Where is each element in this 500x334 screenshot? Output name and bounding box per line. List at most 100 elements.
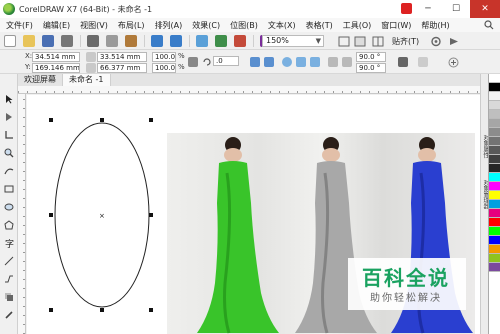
close-button[interactable]: ✕ bbox=[470, 0, 500, 18]
import-icon[interactable] bbox=[215, 34, 227, 47]
palette-swatch[interactable] bbox=[489, 74, 500, 83]
palette-swatch[interactable] bbox=[489, 164, 500, 173]
menu-effects[interactable]: 效果(C) bbox=[192, 20, 220, 31]
menu-view[interactable]: 视图(V) bbox=[80, 20, 108, 31]
counterclockwise-icon[interactable] bbox=[342, 57, 352, 67]
undo-icon[interactable] bbox=[151, 34, 163, 47]
show-grid-icon[interactable] bbox=[372, 36, 384, 47]
palette-swatch[interactable] bbox=[489, 218, 500, 227]
menu-text[interactable]: 文本(X) bbox=[268, 20, 296, 31]
save-icon[interactable] bbox=[42, 34, 54, 47]
search-content-icon[interactable] bbox=[196, 34, 208, 47]
width-field[interactable]: 33.514 mm bbox=[97, 52, 147, 62]
menu-file[interactable]: 文件(F) bbox=[6, 20, 33, 31]
palette-swatch[interactable] bbox=[489, 263, 500, 272]
menu-bitmaps[interactable]: 位图(B) bbox=[230, 20, 258, 31]
menu-arrange[interactable]: 排列(A) bbox=[155, 20, 183, 31]
options-gear-icon[interactable] bbox=[430, 36, 442, 47]
parallel-dimension-tool-icon[interactable] bbox=[4, 256, 14, 266]
ellipse-tool-icon[interactable] bbox=[4, 202, 14, 212]
pie-mode-icon[interactable] bbox=[296, 57, 306, 67]
copy-icon[interactable] bbox=[106, 34, 118, 47]
pick-tool-icon[interactable] bbox=[4, 94, 14, 104]
crop-tool-icon[interactable] bbox=[4, 130, 14, 140]
shape-tool-icon[interactable] bbox=[4, 112, 14, 122]
zoom-level-select[interactable]: 150% ▼ bbox=[262, 35, 324, 47]
show-rulers-icon[interactable] bbox=[354, 36, 366, 47]
outline-width-icon[interactable] bbox=[398, 57, 408, 67]
palette-swatch[interactable] bbox=[489, 245, 500, 254]
eyedropper-tool-icon[interactable] bbox=[4, 310, 14, 320]
print-icon[interactable] bbox=[61, 34, 73, 47]
polygon-tool-icon[interactable] bbox=[4, 220, 14, 230]
search-icon[interactable] bbox=[484, 20, 494, 30]
menu-edit[interactable]: 编辑(E) bbox=[43, 20, 70, 31]
rectangle-tool-icon[interactable] bbox=[4, 184, 14, 194]
clockwise-icon[interactable] bbox=[328, 57, 338, 67]
watermark-subtitle: 助你轻松解决 bbox=[370, 293, 442, 304]
menu-window[interactable]: 窗口(W) bbox=[381, 20, 411, 31]
zoom-level-value: 150% bbox=[266, 36, 289, 45]
scale-height-field[interactable]: 100.0 bbox=[152, 63, 176, 73]
palette-swatch[interactable] bbox=[489, 101, 500, 110]
end-angle-field[interactable]: 90.0 ° bbox=[356, 63, 386, 73]
mirror-vertical-icon[interactable] bbox=[264, 57, 274, 67]
launch-icon[interactable] bbox=[448, 36, 460, 47]
text-tool-icon[interactable]: 字 bbox=[4, 238, 14, 248]
arc-mode-icon[interactable] bbox=[310, 57, 320, 67]
cut-icon[interactable] bbox=[87, 34, 99, 47]
palette-swatch[interactable] bbox=[489, 173, 500, 182]
palette-swatch[interactable] bbox=[489, 227, 500, 236]
snap-to-dropdown[interactable]: 贴齐(T) bbox=[392, 36, 419, 47]
tab-untitled-1[interactable]: 未命名 -1 bbox=[63, 74, 111, 86]
palette-swatch[interactable] bbox=[489, 254, 500, 263]
palette-swatch[interactable] bbox=[489, 209, 500, 218]
palette-swatch[interactable] bbox=[489, 236, 500, 245]
paste-icon[interactable] bbox=[125, 34, 137, 47]
drop-shadow-tool-icon[interactable] bbox=[4, 292, 14, 302]
toolbar-divider bbox=[189, 34, 190, 47]
zoom-tool-icon[interactable] bbox=[4, 148, 14, 158]
scale-width-field[interactable]: 100.0 bbox=[152, 52, 176, 62]
y-position-field[interactable]: 169.146 mm bbox=[32, 63, 80, 73]
palette-swatch[interactable] bbox=[489, 200, 500, 209]
height-field[interactable]: 66.377 mm bbox=[97, 63, 147, 73]
new-document-icon[interactable] bbox=[4, 34, 16, 47]
freehand-tool-icon[interactable] bbox=[4, 166, 14, 176]
to-curves-icon[interactable] bbox=[418, 57, 428, 67]
rotation-field[interactable]: .0 bbox=[213, 56, 239, 66]
add-preset-icon[interactable] bbox=[448, 57, 459, 68]
palette-swatch[interactable] bbox=[489, 155, 500, 164]
redo-icon[interactable] bbox=[170, 34, 182, 47]
ellipse-mode-icon[interactable] bbox=[282, 57, 292, 67]
maximize-button[interactable]: ☐ bbox=[442, 0, 470, 18]
menu-table[interactable]: 表格(T) bbox=[306, 20, 333, 31]
menu-tools[interactable]: 工具(O) bbox=[343, 20, 372, 31]
palette-swatch[interactable] bbox=[489, 182, 500, 191]
mirror-horizontal-icon[interactable] bbox=[250, 57, 260, 67]
palette-swatch[interactable] bbox=[489, 128, 500, 137]
minimize-button[interactable]: ─ bbox=[414, 0, 442, 18]
palette-swatch[interactable] bbox=[489, 191, 500, 200]
tab-welcome-screen[interactable]: 欢迎屏幕 bbox=[18, 74, 63, 86]
palette-swatch[interactable] bbox=[489, 83, 500, 92]
palette-swatch[interactable] bbox=[489, 146, 500, 155]
user-account-icon[interactable] bbox=[401, 3, 412, 14]
palette-swatch[interactable] bbox=[489, 92, 500, 101]
lock-ratio-icon[interactable] bbox=[188, 57, 198, 67]
menu-layout[interactable]: 布局(L) bbox=[118, 20, 145, 31]
connector-tool-icon[interactable] bbox=[4, 274, 14, 284]
full-screen-icon[interactable] bbox=[338, 36, 350, 47]
export-icon[interactable] bbox=[234, 34, 246, 47]
horizontal-ruler[interactable] bbox=[18, 86, 480, 94]
start-angle-field[interactable]: 90.0 ° bbox=[356, 52, 386, 62]
vertical-ruler[interactable] bbox=[18, 94, 26, 334]
menu-help[interactable]: 帮助(H) bbox=[421, 20, 449, 31]
open-folder-icon[interactable] bbox=[23, 34, 35, 47]
watermark: 百科全说 助你轻松解决 bbox=[348, 258, 466, 310]
palette-swatch[interactable] bbox=[489, 119, 500, 128]
color-palette bbox=[488, 74, 500, 334]
x-position-field[interactable]: 34.514 mm bbox=[32, 52, 80, 62]
palette-swatch[interactable] bbox=[489, 137, 500, 146]
palette-swatch[interactable] bbox=[489, 110, 500, 119]
